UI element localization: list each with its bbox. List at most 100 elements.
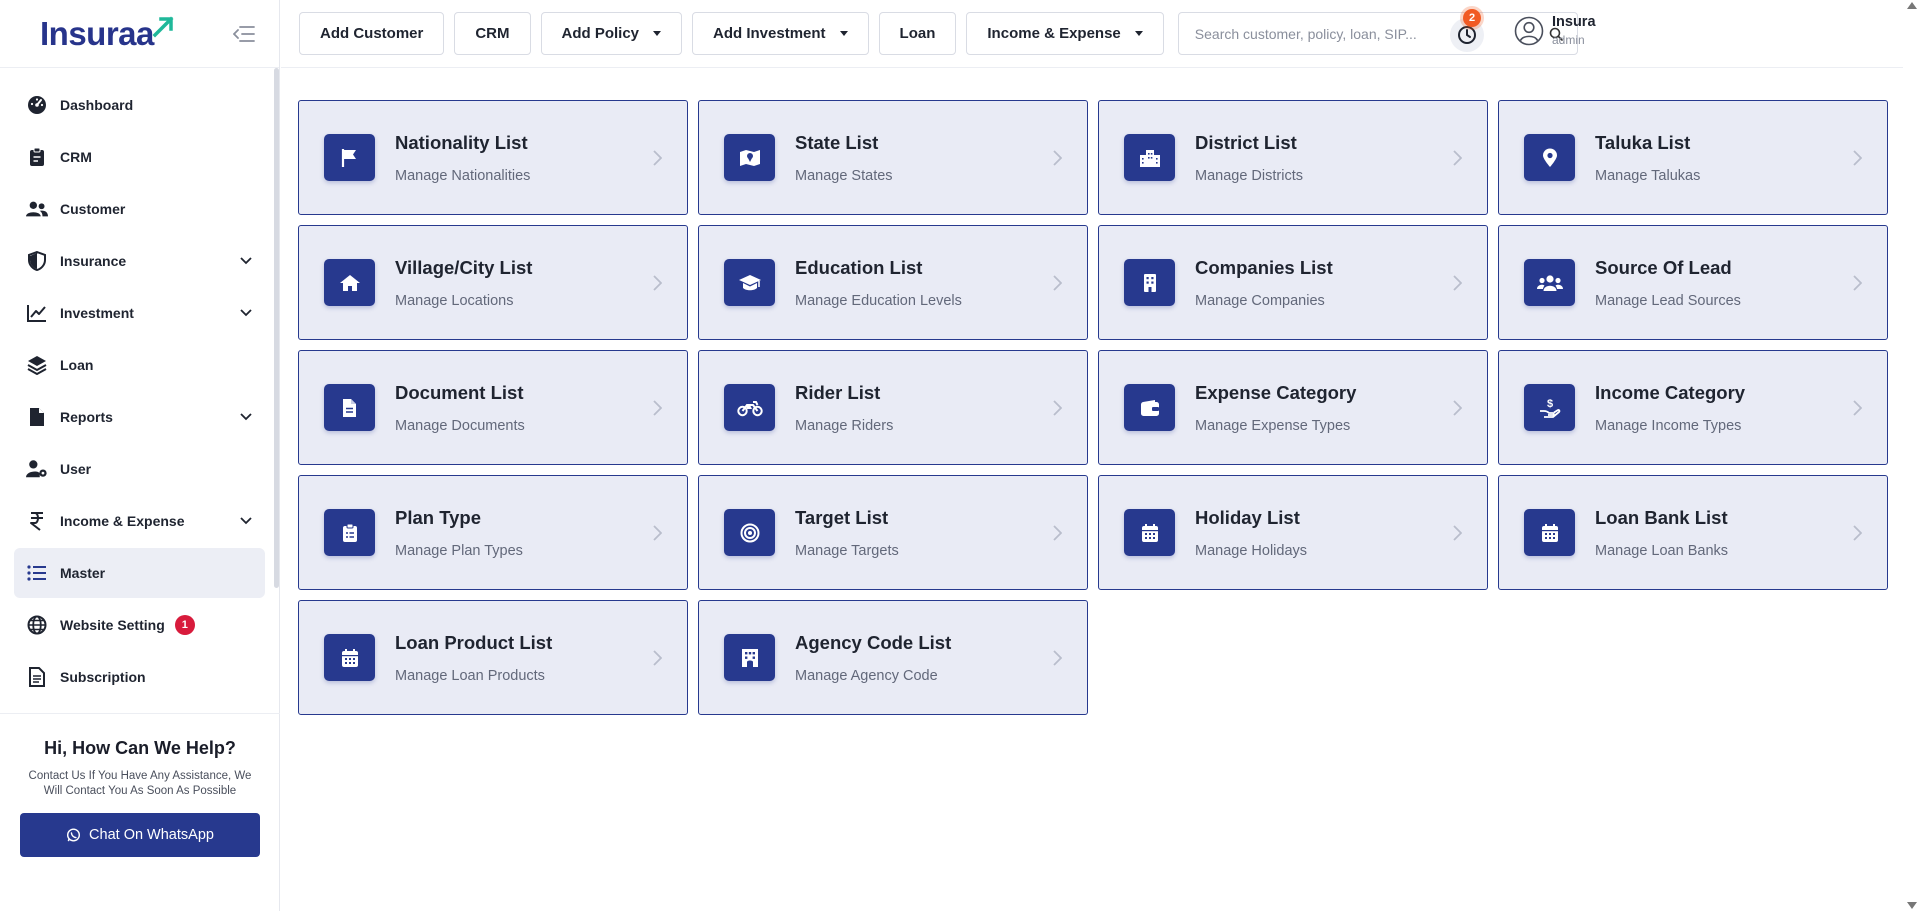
user-menu[interactable]: Insura admin xyxy=(1514,14,1596,47)
chevron-right-icon xyxy=(1049,149,1065,166)
card-title: Rider List xyxy=(795,381,881,403)
card-title: Village/City List xyxy=(395,256,533,278)
sidebar-item-investment[interactable]: Investment xyxy=(14,288,265,338)
sidebar-item-master[interactable]: Master xyxy=(14,548,265,598)
chevron-down-icon xyxy=(239,254,253,268)
sidebar-item-insurance[interactable]: Insurance xyxy=(14,236,265,286)
card-subtitle: Manage Agency Code xyxy=(795,667,938,684)
search-input[interactable] xyxy=(1194,25,1549,42)
card-text: Education List Manage Education Levels xyxy=(795,257,1049,309)
card-text: Loan Bank List Manage Loan Banks xyxy=(1595,507,1849,559)
chat-whatsapp-button[interactable]: Chat On WhatsApp xyxy=(20,813,260,857)
target-icon xyxy=(724,509,775,556)
chevron-right-icon xyxy=(1849,399,1865,416)
page-scrollbar[interactable] xyxy=(1903,0,1920,911)
topbar: Add Customer CRM Add Policy Add Investme… xyxy=(281,0,1920,68)
card-title: Education List xyxy=(795,256,923,278)
add-policy-dropdown[interactable]: Add Policy xyxy=(540,12,683,55)
sidebar-item-user[interactable]: User xyxy=(14,444,265,494)
sidebar-item-crm[interactable]: CRM xyxy=(14,132,265,182)
rupee-icon xyxy=(26,510,48,532)
card-village-city-list[interactable]: Village/City List Manage Locations xyxy=(298,225,688,340)
card-document-list[interactable]: Document List Manage Documents xyxy=(298,350,688,465)
card-title: Taluka List xyxy=(1595,131,1691,153)
card-text: Holiday List Manage Holidays xyxy=(1195,507,1449,559)
card-rider-list[interactable]: Rider List Manage Riders xyxy=(698,350,1088,465)
chevron-down-icon xyxy=(239,306,253,320)
add-policy-label: Add Policy xyxy=(561,25,640,42)
scroll-up-arrow-icon[interactable] xyxy=(1907,2,1917,9)
card-text: Nationality List Manage Nationalities xyxy=(395,132,649,184)
chat-whatsapp-label: Chat On WhatsApp xyxy=(89,827,214,843)
users-icon xyxy=(26,198,48,220)
sidebar-item-subscription[interactable]: Subscription xyxy=(14,652,265,702)
loan-button[interactable]: Loan xyxy=(878,12,957,55)
card-loan-bank-list[interactable]: Loan Bank List Manage Loan Banks xyxy=(1498,475,1888,590)
card-text: Target List Manage Targets xyxy=(795,507,1049,559)
document-icon xyxy=(26,666,48,688)
card-holiday-list[interactable]: Holiday List Manage Holidays xyxy=(1098,475,1488,590)
card-plan-type[interactable]: Plan Type Manage Plan Types xyxy=(298,475,688,590)
chevron-right-icon xyxy=(1049,274,1065,291)
card-subtitle: Manage Holidays xyxy=(1195,542,1308,559)
crm-button[interactable]: CRM xyxy=(454,12,531,55)
chevron-right-icon xyxy=(1449,524,1465,541)
clipboard-list-icon xyxy=(324,509,375,556)
sidebar-scrollbar[interactable] xyxy=(274,68,279,588)
sidebar-item-label: Insurance xyxy=(60,253,127,269)
chevron-right-icon xyxy=(1449,274,1465,291)
add-investment-dropdown[interactable]: Add Investment xyxy=(692,12,869,55)
sidebar-nav: Dashboard CRM Customer Insurance Investm… xyxy=(0,68,279,713)
income-expense-dropdown[interactable]: Income & Expense xyxy=(966,12,1164,55)
card-district-list[interactable]: District List Manage Districts xyxy=(1098,100,1488,215)
card-nationality-list[interactable]: Nationality List Manage Nationalities xyxy=(298,100,688,215)
card-agency-code-list[interactable]: Agency Code List Manage Agency Code xyxy=(698,600,1088,715)
card-text: Document List Manage Documents xyxy=(395,382,649,434)
sidebar-item-label: Dashboard xyxy=(60,97,134,113)
card-text: Agency Code List Manage Agency Code xyxy=(795,632,1049,684)
wallet-icon xyxy=(1124,384,1175,431)
sidebar-item-customer[interactable]: Customer xyxy=(14,184,265,234)
card-title: State List xyxy=(795,131,879,153)
card-taluka-list[interactable]: Taluka List Manage Talukas xyxy=(1498,100,1888,215)
sidebar-item-label: Income & Expense xyxy=(60,513,185,529)
card-income-category[interactable]: $ Income Category Manage Income Types xyxy=(1498,350,1888,465)
master-card-grid: Nationality List Manage Nationalities Sta… xyxy=(298,100,1888,715)
card-state-list[interactable]: State List Manage States xyxy=(698,100,1088,215)
user-name: Insura xyxy=(1552,14,1596,30)
sidebar-item-reports[interactable]: Reports xyxy=(14,392,265,442)
card-source-of-lead[interactable]: Source Of Lead Manage Lead Sources xyxy=(1498,225,1888,340)
layers-icon xyxy=(26,354,48,376)
card-text: Income Category Manage Income Types xyxy=(1595,382,1849,434)
card-subtitle: Manage Income Types xyxy=(1595,417,1742,434)
sidebar-item-loan[interactable]: Loan xyxy=(14,340,265,390)
sidebar-collapse-icon[interactable] xyxy=(231,21,257,47)
svg-text:$: $ xyxy=(1546,398,1552,410)
add-customer-button[interactable]: Add Customer xyxy=(299,12,445,55)
card-subtitle: Manage States xyxy=(795,167,893,184)
sidebar-item-label: Master xyxy=(60,565,106,581)
logo-arrow-icon xyxy=(152,16,174,37)
card-target-list[interactable]: Target List Manage Targets xyxy=(698,475,1088,590)
card-loan-product-list[interactable]: Loan Product List Manage Loan Products xyxy=(298,600,688,715)
chevron-right-icon xyxy=(1049,524,1065,541)
card-title: Companies List xyxy=(1195,256,1333,278)
app-logo[interactable]: Insuraa xyxy=(40,15,174,53)
sidebar-item-dashboard[interactable]: Dashboard xyxy=(14,80,265,130)
help-text: Contact Us If You Have Any Assistance, W… xyxy=(28,770,252,797)
motorcycle-icon xyxy=(724,384,775,431)
whatsapp-icon xyxy=(67,828,81,842)
card-text: District List Manage Districts xyxy=(1195,132,1449,184)
user-text: Insura admin xyxy=(1552,14,1596,47)
sidebar-item-income-expense[interactable]: Income & Expense xyxy=(14,496,265,546)
chevron-right-icon xyxy=(1449,399,1465,416)
card-companies-list[interactable]: Companies List Manage Companies xyxy=(1098,225,1488,340)
scroll-down-arrow-icon[interactable] xyxy=(1907,902,1917,909)
card-expense-category[interactable]: Expense Category Manage Expense Types xyxy=(1098,350,1488,465)
sidebar-item-website-setting[interactable]: Website Setting 1 xyxy=(14,600,265,650)
card-title: Income Category xyxy=(1595,381,1746,403)
card-text: Source Of Lead Manage Lead Sources xyxy=(1595,257,1849,309)
sidebar-item-label: Investment xyxy=(60,305,134,321)
list-icon xyxy=(26,562,48,584)
card-education-list[interactable]: Education List Manage Education Levels xyxy=(698,225,1088,340)
